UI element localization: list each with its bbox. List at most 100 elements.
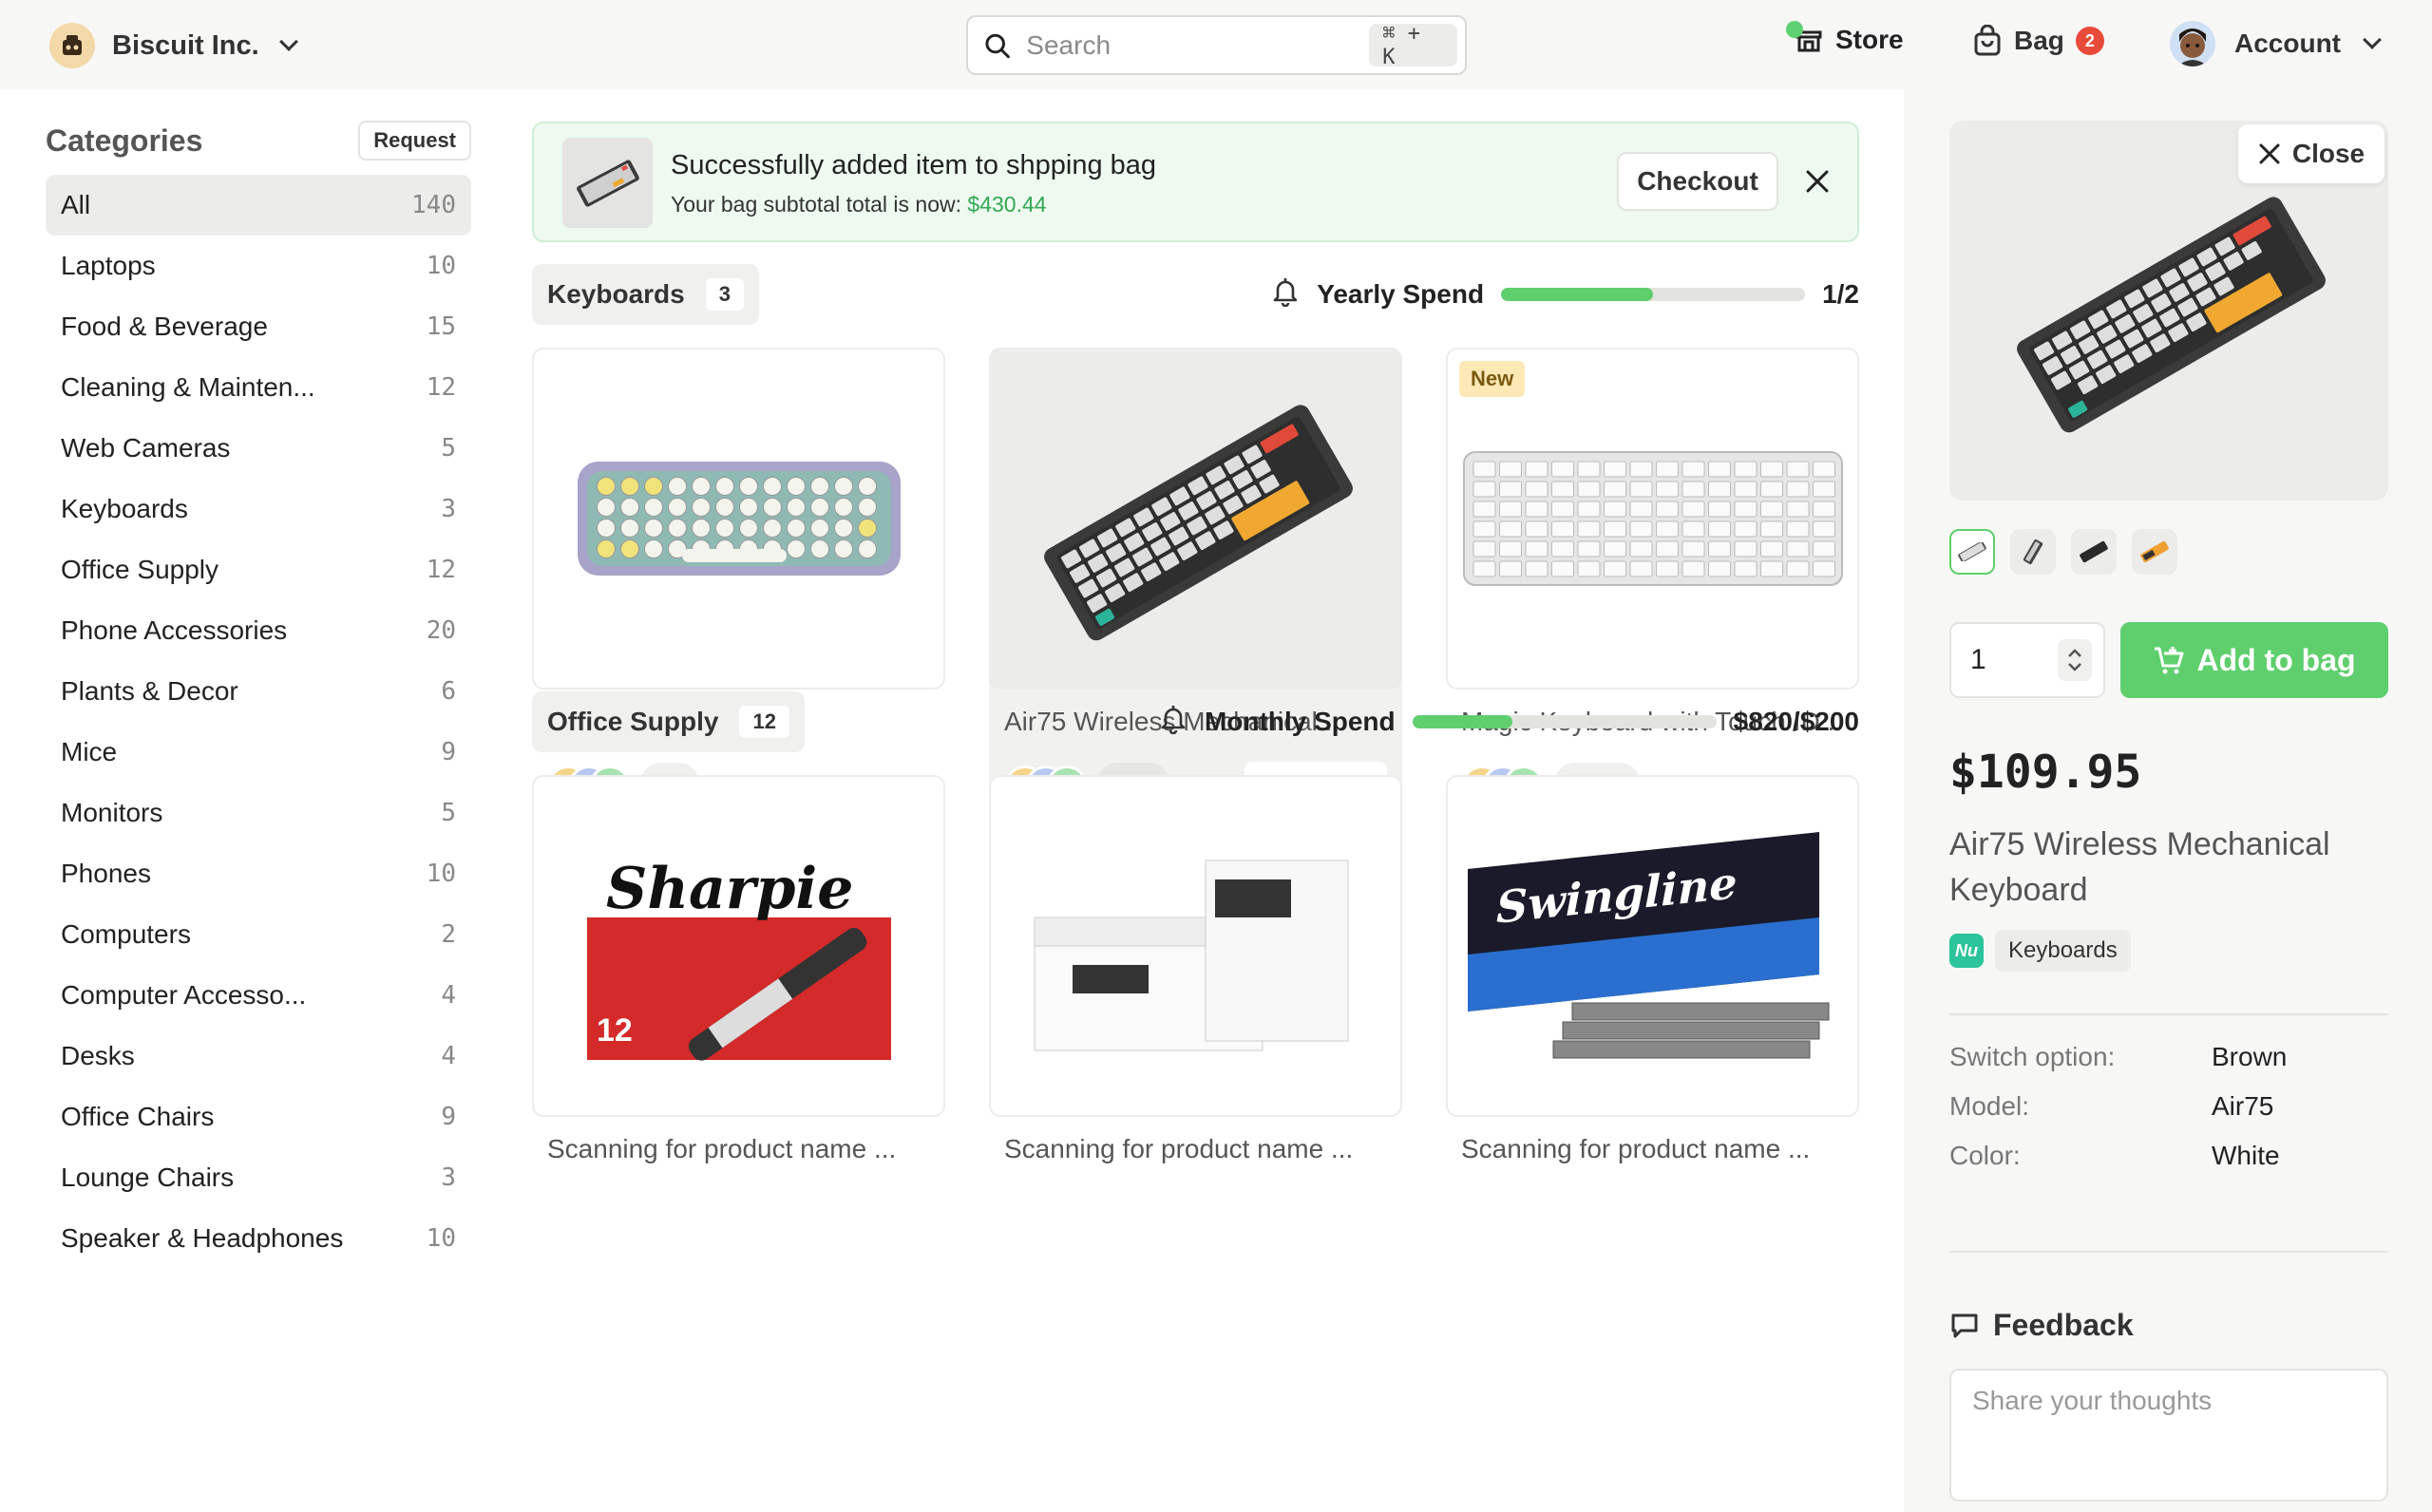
chat-bubble-icon (1951, 1314, 1978, 1337)
thumbnail-1[interactable] (1949, 529, 1995, 575)
sidebar-item[interactable]: All 140 (46, 175, 471, 236)
product-card[interactable]: Air75 Wireless Mechanical...+10$109.95 (989, 348, 1402, 841)
sidebar-item[interactable]: Cleaning & Mainten... 12 (46, 357, 471, 418)
spec-row: Color: White (1949, 1141, 2388, 1171)
nav-store[interactable]: Store (1786, 21, 1904, 55)
categories-header: Categories Request (46, 118, 471, 163)
categories-title: Categories (46, 123, 203, 158)
section-chip[interactable]: Keyboards 3 (532, 264, 759, 325)
add-to-bag-button[interactable]: Add to bag (2120, 622, 2388, 698)
subtotal-amount: $430.44 (967, 192, 1047, 217)
product-name: Scanning for product name ... (1461, 1134, 1811, 1163)
category-tag[interactable]: Keyboards (1995, 930, 2131, 972)
nav-bag[interactable]: Bag 2 (1972, 25, 2104, 57)
sidebar-item[interactable]: Phone Accessories 20 (46, 600, 471, 661)
workspace-switcher[interactable]: Biscuit Inc. (49, 23, 298, 68)
sidebar-item[interactable]: Computers 2 (46, 904, 471, 965)
sidebar-item[interactable]: Office Supply 12 (46, 539, 471, 600)
product-card[interactable]: NewMagic Keyboard with Touch ID...+104$3… (1446, 348, 1859, 841)
sidebar-item[interactable]: Keyboards 3 (46, 479, 471, 539)
product-card[interactable]: Pop Keys+3$99.99 (532, 348, 945, 841)
product-card[interactable]: Scanning for product name ... (989, 775, 1402, 1269)
categories-sidebar: Categories Request All 140 Laptops 10 Food &… (46, 118, 471, 1269)
checkout-button[interactable]: Checkout (1617, 152, 1778, 211)
spend-progress-bar (1501, 288, 1806, 301)
feedback-input[interactable] (1949, 1369, 2388, 1502)
divider (1949, 1251, 2388, 1253)
product-image (1446, 348, 1859, 690)
account-menu[interactable]: Account (2170, 21, 2382, 66)
section-header: Keyboards 3 Yearly Spend 1/2 (532, 264, 1859, 325)
thumbnail-3[interactable] (2071, 529, 2117, 575)
sidebar-item-label: Desks (61, 1041, 135, 1070)
spend-label: Monthly Spend (1204, 707, 1396, 736)
sidebar-item-count: 3 (441, 1163, 456, 1192)
product-name: Scanning for product name ... (547, 1134, 897, 1163)
bell-icon[interactable] (1159, 704, 1188, 741)
product-thumbnail (562, 138, 653, 228)
product-image: Swingline (1446, 775, 1859, 1117)
sidebar-item[interactable]: Lounge Chairs 3 (46, 1147, 471, 1208)
bag-icon (1974, 25, 2001, 56)
sidebar-item[interactable]: Food & Beverage 15 (46, 296, 471, 357)
thumbnail-2[interactable] (2010, 529, 2056, 575)
sidebar-item-count: 4 (441, 1042, 456, 1070)
sidebar-item[interactable]: Speaker & Headphones 10 (46, 1208, 471, 1269)
request-button[interactable]: Request (358, 121, 471, 161)
product-name: Air75 Wireless Mechanical Keyboard (1949, 826, 2330, 908)
close-icon (2259, 143, 2280, 164)
bell-icon[interactable] (1271, 276, 1300, 313)
sidebar-item[interactable]: Web Cameras 5 (46, 418, 471, 479)
sidebar-item-count: 6 (441, 677, 456, 706)
sidebar-item[interactable]: Mice 9 (46, 722, 471, 783)
store-icon (1786, 21, 1824, 55)
cart-add-icon (2155, 647, 2184, 674)
sidebar-item-count: 5 (441, 799, 456, 827)
sidebar-item-label: All (61, 190, 91, 219)
close-icon[interactable] (1801, 165, 1834, 198)
brand-logo (49, 23, 95, 68)
sidebar-item-label: Food & Beverage (61, 312, 268, 341)
product-card[interactable]: Swingline Scanning for product name ... (1446, 775, 1859, 1269)
chevron-down-icon (278, 32, 298, 51)
sidebar-item[interactable]: Computer Accesso... 4 (46, 965, 471, 1026)
stepper-arrows-icon[interactable] (2058, 639, 2092, 681)
sidebar-item-label: Plants & Decor (61, 676, 238, 706)
sidebar-item-count: 4 (441, 981, 456, 1010)
spend-value: 1/2 (1822, 279, 1859, 309)
product-tags: Nu Keyboards (1949, 930, 2131, 972)
store-status-dot (1786, 21, 1803, 38)
spec-value: Air75 (2212, 1091, 2274, 1121)
close-panel-button[interactable]: Close (2238, 124, 2384, 183)
sidebar-item[interactable]: Office Chairs 9 (46, 1087, 471, 1147)
sidebar-item[interactable]: Laptops 10 (46, 236, 471, 296)
sidebar-item-count: 140 (411, 191, 456, 219)
sidebar-item[interactable]: Desks 4 (46, 1026, 471, 1087)
sidebar-item-count: 9 (441, 1103, 456, 1131)
feedback-title: Feedback (1993, 1308, 2134, 1342)
added-to-bag-notification: Successfully added item to shpping bag Y… (532, 122, 1859, 242)
sidebar-item-count: 20 (426, 616, 456, 645)
product-card-footer (1004, 1185, 1387, 1242)
sidebar-item-label: Computer Accesso... (61, 980, 307, 1010)
add-to-bag-label: Add to bag (2196, 642, 2356, 677)
nav-bag-label: Bag (2014, 26, 2064, 55)
sidebar-item-count: 10 (426, 1224, 456, 1253)
sidebar-item-label: Office Supply (61, 555, 219, 584)
svg-text:12: 12 (597, 1012, 633, 1049)
spend-progress-fill (1501, 288, 1654, 301)
search-icon (985, 33, 1010, 58)
quantity-stepper[interactable]: 1 (1949, 622, 2105, 698)
section-chip[interactable]: Office Supply 12 (532, 691, 805, 752)
search-input[interactable] (1026, 17, 1370, 73)
avatar (2170, 21, 2215, 66)
sidebar-item[interactable]: Phones 10 (46, 843, 471, 904)
vendor-logo: Nu (1949, 934, 1984, 968)
sidebar-item-count: 15 (426, 312, 456, 341)
thumbnail-4[interactable] (2132, 529, 2177, 575)
product-image (989, 775, 1402, 1117)
sidebar-item[interactable]: Monitors 5 (46, 783, 471, 843)
subtotal-label: Your bag subtotal total is now: (671, 192, 968, 217)
product-card[interactable]: Sharpie 12 Scanning for product name ... (532, 775, 945, 1269)
sidebar-item[interactable]: Plants & Decor 6 (46, 661, 471, 722)
